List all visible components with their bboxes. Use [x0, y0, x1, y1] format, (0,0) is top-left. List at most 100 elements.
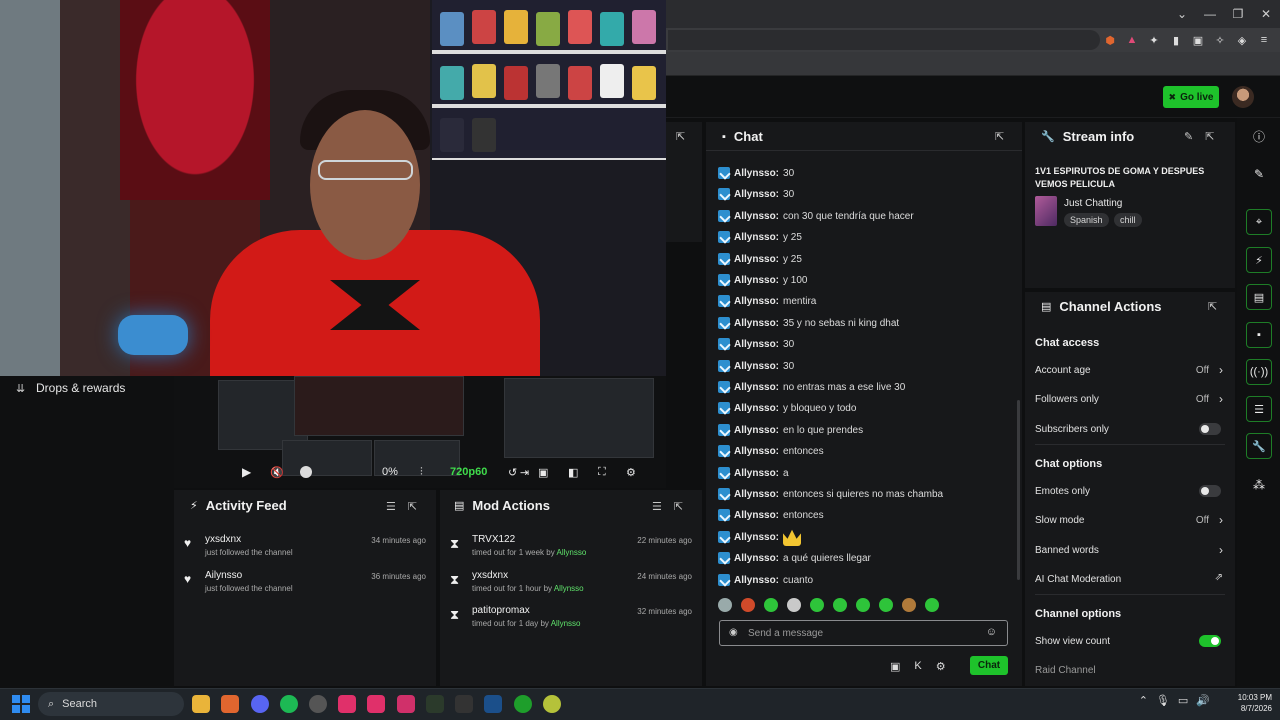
wrench-icon[interactable]: 🔧 — [1246, 433, 1272, 459]
emote-icon[interactable] — [902, 598, 916, 612]
account-age-row[interactable]: Account age Off › — [1035, 362, 1225, 380]
popout-icon[interactable]: ⇱ — [674, 500, 683, 513]
quality-label[interactable]: 720p60 — [450, 466, 487, 478]
popout-icon[interactable]: ⇱ — [676, 130, 685, 143]
tab-search-icon[interactable]: ⌄ — [1168, 0, 1196, 28]
apps-icon[interactable]: ⁂ — [1246, 475, 1272, 495]
chat-username[interactable]: Allynsso: — [734, 211, 779, 222]
settings-icon[interactable]: ⚙ — [626, 466, 636, 479]
vpn-icon[interactable]: ◈ — [1234, 32, 1250, 48]
slow-mode-row[interactable]: Slow mode Off › — [1035, 512, 1225, 530]
filter-icon[interactable]: ☰ — [386, 500, 396, 513]
settings-icon[interactable]: ⚙ — [936, 660, 946, 673]
spotify-icon[interactable] — [280, 695, 298, 713]
popout-icon[interactable]: ⇱ — [408, 500, 417, 513]
chat-scrollbar[interactable] — [1017, 400, 1020, 580]
app-icon[interactable] — [397, 695, 415, 713]
filter-icon[interactable]: ☰ — [652, 500, 662, 513]
volume-icon[interactable]: 🔊 — [1196, 694, 1210, 707]
emote-icon[interactable] — [879, 598, 893, 612]
chat-send-button[interactable]: Chat — [970, 656, 1008, 675]
chat-username[interactable]: Allynsso: — [734, 403, 779, 414]
wallet-icon[interactable]: ▣ — [1190, 32, 1206, 48]
subscribers-only-toggle[interactable] — [1199, 423, 1221, 435]
tag-chip[interactable]: Spanish — [1064, 213, 1109, 227]
chat-username[interactable]: Allynsso: — [734, 553, 779, 564]
leo-ai-icon[interactable]: ✧ — [1212, 32, 1228, 48]
file-explorer-icon[interactable] — [192, 695, 210, 713]
emote-icon[interactable] — [718, 598, 732, 612]
layers-icon[interactable]: ☰ — [1246, 396, 1272, 422]
taskbar-search[interactable]: ⌕ Search — [38, 692, 184, 716]
edit-icon[interactable]: ✎ — [1184, 130, 1193, 143]
address-bar[interactable] — [668, 30, 1100, 50]
emote-icon[interactable] — [833, 598, 847, 612]
emotes-only-toggle[interactable] — [1199, 485, 1221, 497]
info-icon[interactable]: ⓘ — [1246, 126, 1272, 146]
popout-icon[interactable]: ⇱ — [995, 130, 1004, 143]
chat-username[interactable]: Allynsso: — [734, 318, 779, 329]
raid-channel-row[interactable]: Raid Channel — [1035, 662, 1225, 680]
chat-username[interactable]: Allynsso: — [734, 510, 779, 521]
forward-icon[interactable]: ⇥ — [520, 466, 529, 479]
minimize-button[interactable]: — — [1196, 0, 1224, 28]
obs-icon[interactable] — [309, 695, 327, 713]
emote-icon[interactable] — [741, 598, 755, 612]
document-icon[interactable]: ▤ — [1246, 284, 1272, 310]
chat-username[interactable]: Allynsso: — [734, 168, 779, 179]
brave-shield-icon[interactable]: ⬢ — [1102, 32, 1118, 48]
tiktok-icon[interactable] — [338, 695, 356, 713]
volume-slider-handle[interactable] — [300, 466, 312, 478]
chat-username[interactable]: Allynsso: — [734, 361, 779, 372]
user-avatar[interactable] — [1232, 86, 1254, 108]
popout-icon[interactable]: ⇱ — [1208, 300, 1217, 313]
app-icon[interactable] — [426, 695, 444, 713]
volume-icon[interactable]: 🔇 — [270, 466, 284, 479]
play-icon[interactable]: ▶ — [242, 465, 251, 479]
ai-chat-moderation-row[interactable]: AI Chat Moderation ⇗ — [1035, 571, 1225, 589]
chat-username[interactable]: Allynsso: — [734, 254, 779, 265]
chat-username[interactable]: Allynsso: — [734, 489, 779, 500]
brave-icon[interactable] — [221, 695, 239, 713]
layout-icon[interactable]: ▣ — [890, 660, 900, 673]
category-name[interactable]: Just Chatting — [1064, 198, 1122, 209]
followers-only-row[interactable]: Followers only Off › — [1035, 391, 1225, 409]
show-view-count-toggle[interactable] — [1199, 635, 1221, 647]
chevron-up-icon[interactable]: ⌃ — [1139, 694, 1148, 707]
emote-icon[interactable] — [764, 598, 778, 612]
xbox-icon[interactable] — [514, 695, 532, 713]
chat-username[interactable]: Allynsso: — [734, 189, 779, 200]
epic-games-icon[interactable] — [455, 695, 473, 713]
chat-username[interactable]: Allynsso: — [734, 232, 779, 243]
tag-chip[interactable]: chill — [1114, 213, 1142, 227]
drops-rewards-link[interactable]: ⇊ Drops & rewards — [16, 381, 125, 395]
banned-words-row[interactable]: Banned words › — [1035, 542, 1225, 560]
chat-username[interactable]: Allynsso: — [734, 425, 779, 436]
theater-icon[interactable]: ▣ — [538, 466, 548, 479]
kick-icon[interactable]: K — [914, 660, 921, 672]
emote-icon[interactable] — [810, 598, 824, 612]
microphone-icon[interactable]: 🎙 — [1156, 694, 1170, 707]
steam-icon[interactable] — [484, 695, 502, 713]
maximize-button[interactable]: ❐ — [1224, 0, 1252, 28]
bolt-icon[interactable]: ⚡ — [1246, 247, 1272, 273]
emoji-icon[interactable]: ☺ — [986, 626, 997, 638]
chat-username[interactable]: Allynsso: — [734, 575, 779, 586]
go-live-button[interactable]: ✖ Go live — [1163, 86, 1219, 108]
network-icon[interactable]: ▭ — [1178, 694, 1188, 707]
sidebar-icon[interactable]: ▮ — [1168, 32, 1184, 48]
broadcast-icon[interactable]: ((·)) — [1246, 359, 1272, 385]
fullscreen-icon[interactable]: ⛶ — [598, 466, 606, 479]
brave-rewards-icon[interactable]: ▲ — [1124, 32, 1140, 48]
app-icon[interactable] — [367, 695, 385, 713]
chat-username[interactable]: Allynsso: — [734, 275, 779, 286]
chat-username[interactable]: Allynsso: — [734, 382, 779, 393]
scan-icon[interactable]: ⌖ — [1246, 209, 1272, 235]
rewind-icon[interactable]: ↺ — [508, 466, 517, 479]
pip-icon[interactable]: ◧ — [568, 466, 578, 479]
edit-icon[interactable]: ✎ — [1246, 164, 1272, 184]
chat-input[interactable] — [748, 625, 968, 641]
discord-icon[interactable] — [251, 695, 269, 713]
chat-icon[interactable]: ▪ — [1246, 322, 1272, 348]
menu-icon[interactable]: ≡ — [1256, 32, 1272, 48]
